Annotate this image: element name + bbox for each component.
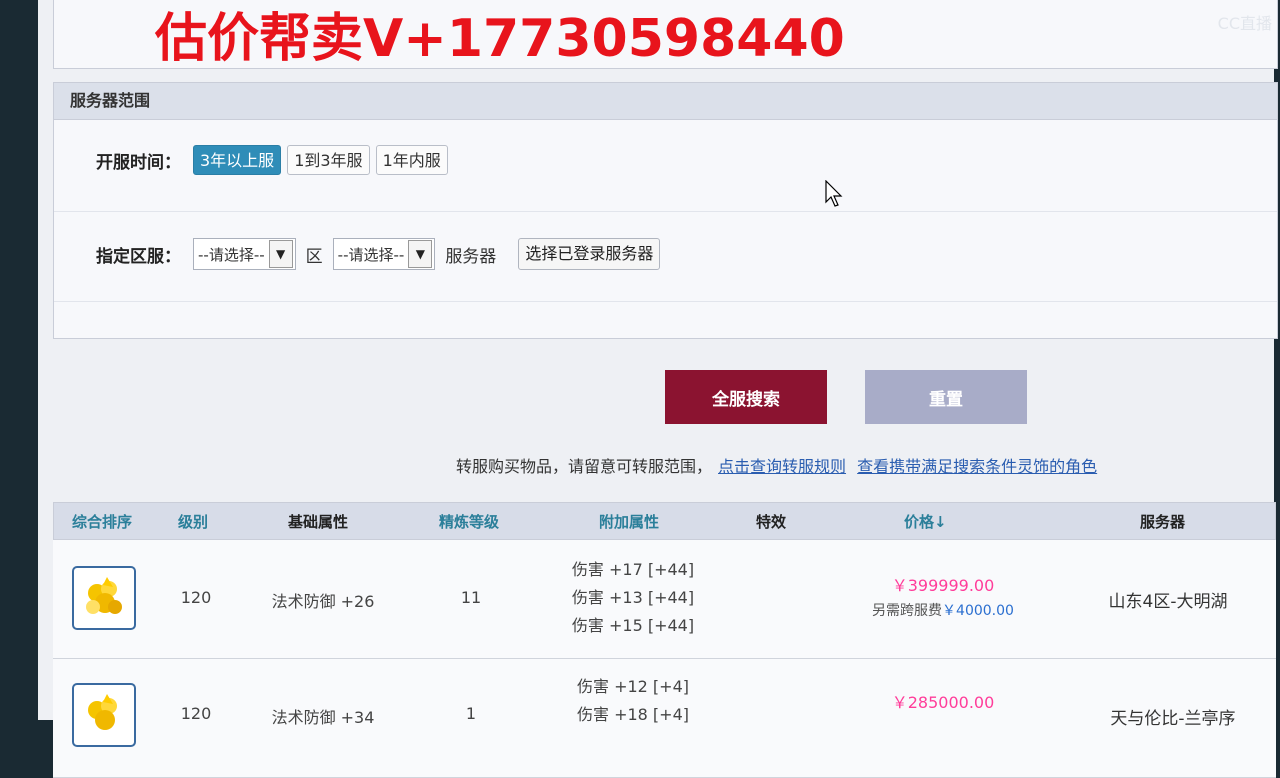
base-attr-value: 法术防御 +26	[271, 592, 375, 611]
refine-value: 11	[460, 588, 482, 607]
view-characters-link[interactable]: 查看携带满足搜索条件灵饰的角色	[857, 457, 1097, 476]
extra-attr-line: 伤害 +18 [+4]	[576, 705, 689, 724]
transfer-rules-link[interactable]: 点击查询转服规则	[718, 457, 846, 476]
table-row[interactable]: 120 法术防御 +34 1 伤害 +12 [+4] 伤害 +18 [+4] ￥…	[53, 659, 1276, 778]
level-header[interactable]: 级别	[178, 503, 208, 541]
server-range-title: 服务器范围	[54, 83, 1277, 120]
chevron-down-icon: ▼	[408, 240, 433, 268]
price-value: ￥285000.00	[891, 693, 995, 712]
watermark-overlay: 估价帮卖V+17730598440	[155, 9, 845, 69]
fee-value: ￥4000.00	[942, 603, 1014, 619]
cc-live-logo: CC直播	[1217, 14, 1272, 33]
server-range-panel: 服务器范围 开服时间： 3年以上服 1到3年服 1年内服 指定区服： --请选择…	[53, 82, 1278, 339]
gold-accessory-icon[interactable]	[72, 566, 136, 630]
select-logged-server-button[interactable]: 选择已登录服务器	[518, 238, 661, 270]
fee-label: 另需跨服费	[872, 603, 943, 619]
base-attr-header: 基础属性	[288, 513, 349, 531]
open-time-row: 开服时间： 3年以上服 1到3年服 1年内服	[96, 145, 454, 175]
divider	[54, 211, 1277, 212]
divider	[54, 301, 1277, 302]
extra-attr-line: 伤害 +13 [+44]	[571, 588, 695, 607]
extra-attr-line: 伤害 +17 [+44]	[571, 560, 695, 579]
results-table-header: 综合排序 级别 基础属性 精炼等级 附加属性 特效 价格↓ 服务器	[53, 502, 1276, 540]
refine-value: 1	[465, 704, 477, 723]
table-row[interactable]: 120 法术防御 +26 11 伤害 +17 [+44] 伤害 +13 [+44…	[53, 540, 1276, 659]
zone-select[interactable]: --请选择-- ▼	[193, 238, 296, 270]
open-time-option-3plus[interactable]: 3年以上服	[193, 145, 282, 175]
mouse-cursor-icon	[825, 180, 843, 207]
reset-button[interactable]: 重置	[865, 370, 1027, 424]
server-select[interactable]: --请选择-- ▼	[332, 238, 436, 270]
zone-select-value: --请选择--	[198, 245, 265, 264]
open-time-option-1to3[interactable]: 1到3年服	[287, 145, 370, 175]
price-cell: ￥399999.00 另需跨服费￥4000.00	[843, 572, 1043, 620]
level-value: 120	[180, 588, 212, 607]
server-value: 山东4区-大明湖	[1108, 592, 1228, 612]
extra-attr-list: 伤害 +17 [+44] 伤害 +13 [+44] 伤害 +15 [+44]	[563, 556, 703, 640]
search-all-servers-button[interactable]: 全服搜索	[665, 370, 827, 424]
transfer-fee: 另需跨服费￥4000.00	[843, 600, 1043, 620]
transfer-notice: 转服购买物品，请留意可转服范围， 点击查询转服规则 查看携带满足搜索条件灵饰的角色	[456, 453, 1097, 477]
notice-text: 转服购买物品，请留意可转服范围，	[456, 457, 713, 476]
server-header: 服务器	[1140, 513, 1186, 531]
server-value: 天与伦比-兰亭序	[1110, 709, 1236, 729]
extra-attr-line: 伤害 +12 [+4]	[576, 677, 689, 696]
region-row: 指定区服： --请选择-- ▼ 区 --请选择-- ▼ 服务器 选择已登录服务器	[96, 238, 661, 270]
server-unit-label: 服务器	[445, 246, 497, 267]
extra-attr-list: 伤害 +12 [+4] 伤害 +18 [+4]	[563, 673, 703, 729]
base-attr-value: 法术防御 +34	[271, 708, 375, 727]
server-select-value: --请选择--	[337, 245, 405, 264]
price-cell: ￥285000.00	[843, 689, 1043, 713]
zone-unit-label: 区	[305, 246, 323, 267]
price-value: ￥399999.00	[891, 576, 995, 595]
price-header[interactable]: 价格↓	[904, 503, 947, 541]
gold-accessory-icon[interactable]	[72, 683, 136, 747]
extra-attr-header[interactable]: 附加属性	[599, 503, 659, 541]
page: 服务器范围 开服时间： 3年以上服 1到3年服 1年内服 指定区服： --请选择…	[38, 0, 1278, 778]
sort-header[interactable]: 综合排序	[72, 503, 132, 541]
level-value: 120	[180, 704, 212, 723]
effect-header: 特效	[756, 513, 787, 531]
region-label: 指定区服：	[96, 246, 181, 267]
open-time-label: 开服时间：	[96, 152, 181, 173]
refine-header[interactable]: 精炼等级	[439, 503, 499, 541]
chevron-down-icon: ▼	[268, 240, 293, 268]
extra-attr-line: 伤害 +15 [+44]	[571, 616, 695, 635]
open-time-option-within1[interactable]: 1年内服	[375, 145, 448, 175]
